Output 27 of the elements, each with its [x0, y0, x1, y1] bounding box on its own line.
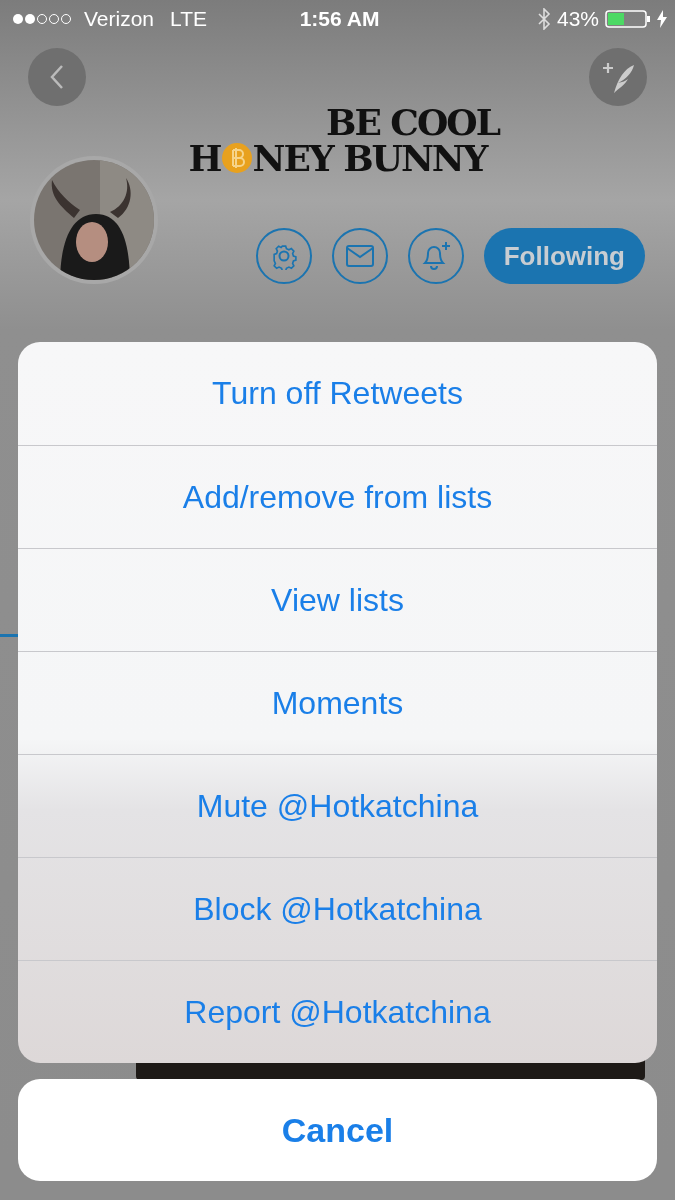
- menu-option[interactable]: Add/remove from lists: [18, 445, 657, 548]
- banner-text: BE COOL: [325, 104, 500, 140]
- chevron-left-icon: [49, 64, 65, 90]
- notifications-button[interactable]: [407, 228, 464, 284]
- bluetooth-icon: [536, 8, 551, 30]
- settings-button[interactable]: [255, 228, 312, 284]
- menu-option[interactable]: View lists: [18, 548, 657, 651]
- network-type: LTE: [170, 7, 207, 31]
- carrier-name: Verizon: [84, 7, 155, 31]
- signal-icon: [12, 13, 74, 25]
- menu-option[interactable]: Block @Hotkatchina: [18, 857, 657, 960]
- menu-option[interactable]: Mute @Hotkatchina: [18, 754, 657, 857]
- clock-time: 1:56 AM: [299, 7, 380, 31]
- message-button[interactable]: [331, 228, 388, 284]
- envelope-icon: [345, 245, 374, 267]
- battery-icon: [605, 10, 651, 28]
- charging-icon: [657, 10, 667, 28]
- menu-option[interactable]: Report @Hotkatchina: [18, 960, 657, 1063]
- banner-text: H: [188, 140, 221, 176]
- bell-plus-icon: [420, 241, 451, 271]
- following-button[interactable]: Following: [483, 228, 645, 284]
- menu-option[interactable]: Moments: [18, 651, 657, 754]
- menu-option[interactable]: Turn off Retweets: [18, 342, 657, 445]
- cancel-button[interactable]: Cancel: [18, 1079, 657, 1181]
- banner-text: NEY BUNNY: [252, 140, 487, 176]
- battery-percentage: 43%: [556, 7, 599, 31]
- bitcoin-coin-icon: [220, 142, 253, 174]
